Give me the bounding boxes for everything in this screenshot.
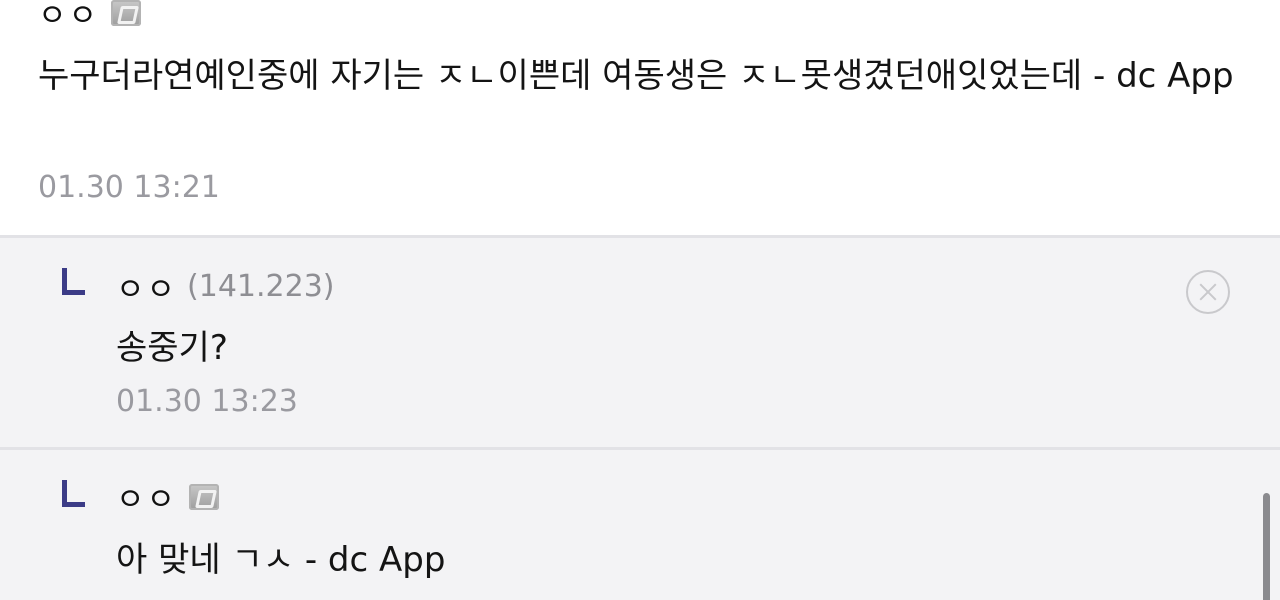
close-circle-icon[interactable]	[1186, 270, 1230, 314]
dc-app-icon	[189, 483, 220, 510]
reply-arrow-icon	[62, 268, 85, 295]
reply-text: 아 맞네 ㄱㅅ - dc App	[116, 540, 446, 580]
reply-item: ㅇㅇ (141.223) 송중기? 01.30 13:23	[0, 235, 1280, 450]
reply-header: ㅇㅇ	[116, 474, 220, 519]
reply-arrow-icon	[62, 480, 85, 507]
nickname[interactable]: ㅇㅇ	[116, 474, 177, 519]
reply-text: 송중기?	[116, 328, 228, 368]
comment-item: ㅇㅇ 누구더라연예인중에 자기는 ㅈㄴ이쁜데 여동생은 ㅈㄴ못생겼던애잇었는데 …	[0, 0, 1280, 235]
dc-app-icon	[111, 0, 142, 26]
comment-header: ㅇㅇ	[38, 0, 142, 35]
reply-header: ㅇㅇ (141.223)	[116, 264, 335, 309]
reply-timestamp: 01.30 13:23	[116, 384, 298, 419]
reply-item: ㅇㅇ 아 맞네 ㄱㅅ - dc App	[0, 447, 1280, 600]
nickname[interactable]: ㅇㅇ	[116, 264, 177, 309]
scrollbar[interactable]	[1263, 493, 1270, 600]
comment-text: 누구더라연예인중에 자기는 ㅈㄴ이쁜데 여동생은 ㅈㄴ못생겼던애잇었는데 - d…	[38, 56, 1234, 96]
comment-list: ㅇㅇ 누구더라연예인중에 자기는 ㅈㄴ이쁜데 여동생은 ㅈㄴ못생겼던애잇었는데 …	[0, 0, 1280, 600]
nickname[interactable]: ㅇㅇ	[38, 0, 99, 35]
comment-timestamp: 01.30 13:21	[38, 170, 220, 205]
ip-address: (141.223)	[187, 269, 335, 304]
